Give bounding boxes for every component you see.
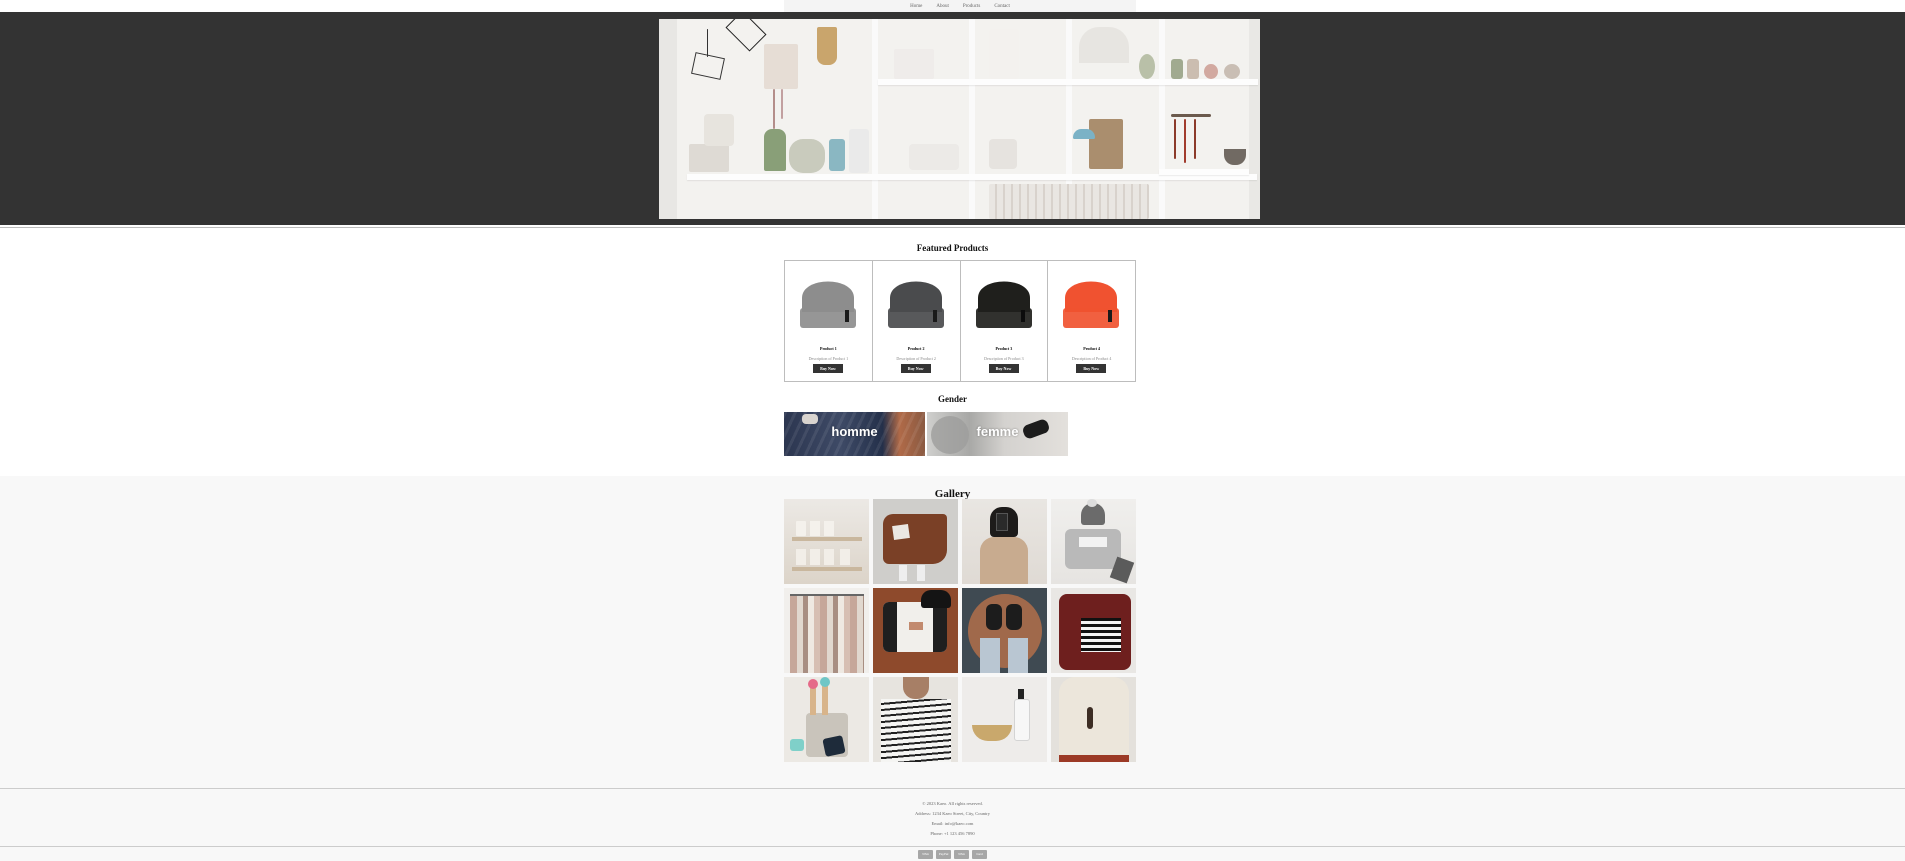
footer-info: © 2023 Kaeo. All rights reserved. Addres… bbox=[0, 799, 1905, 839]
card-icon: Card bbox=[972, 850, 987, 859]
gallery-image[interactable] bbox=[784, 677, 869, 762]
visa-icon: VISA bbox=[954, 850, 969, 859]
product-grid: Product 1 Description of Product 1 Buy N… bbox=[784, 260, 1136, 382]
footer-copyright: © 2023 Kaeo. All rights reserved. bbox=[922, 801, 983, 806]
product-name: Product 1 bbox=[820, 346, 837, 351]
gallery-image[interactable] bbox=[873, 677, 958, 762]
product-card: Product 1 Description of Product 1 Buy N… bbox=[785, 261, 872, 381]
buy-now-button[interactable]: Buy Now bbox=[1076, 364, 1107, 373]
product-name: Product 4 bbox=[1083, 346, 1100, 351]
product-card: Product 4 Description of Product 4 Buy N… bbox=[1048, 261, 1135, 381]
gender-tile-homme[interactable]: homme bbox=[784, 412, 925, 456]
product-card: Product 3 Description of Product 3 Buy N… bbox=[960, 261, 1048, 381]
nav-link-about[interactable]: About bbox=[929, 4, 956, 9]
gallery-image[interactable] bbox=[873, 588, 958, 673]
buy-now-button[interactable]: Buy Now bbox=[813, 364, 843, 373]
product-description: Description of Product 3 bbox=[984, 356, 1024, 361]
product-description: Description of Product 4 bbox=[1071, 356, 1112, 361]
product-image[interactable] bbox=[972, 268, 1036, 334]
gender-label: homme bbox=[831, 424, 878, 439]
gallery-image[interactable] bbox=[962, 499, 1047, 584]
product-card: Product 2 Description of Product 2 Buy N… bbox=[872, 261, 960, 381]
gallery-image[interactable] bbox=[1051, 677, 1136, 762]
gallery-image[interactable] bbox=[784, 499, 869, 584]
footer-phone: Phone: +1 123 456 7890 bbox=[930, 831, 975, 836]
nav-link-contact[interactable]: Contact bbox=[987, 4, 1017, 9]
gallery-image[interactable] bbox=[1051, 499, 1136, 584]
gender-section-title: Gender bbox=[938, 394, 967, 404]
top-navigation: Home About Products Contact bbox=[0, 0, 1905, 12]
nav-link-products[interactable]: Products bbox=[956, 4, 988, 9]
payment-methods: VISA PayPal VISA Card bbox=[0, 850, 1905, 859]
hero-banner bbox=[0, 12, 1905, 225]
gallery-image[interactable] bbox=[962, 677, 1047, 762]
gallery-image[interactable] bbox=[962, 588, 1047, 673]
product-image[interactable] bbox=[1059, 268, 1123, 334]
gallery-grid bbox=[784, 499, 1136, 762]
footer-email: Email: info@kaeo.com bbox=[931, 821, 974, 826]
gender-tiles: homme femme bbox=[784, 412, 1068, 456]
product-image[interactable] bbox=[796, 268, 860, 334]
footer: © 2023 Kaeo. All rights reserved. Addres… bbox=[0, 782, 1905, 861]
product-description: Description of Product 2 bbox=[896, 356, 936, 361]
buy-now-button[interactable]: Buy Now bbox=[988, 364, 1019, 373]
footer-divider bbox=[0, 846, 1905, 847]
nav-link-home[interactable]: Home bbox=[903, 4, 929, 9]
gallery-image[interactable] bbox=[784, 588, 869, 673]
paypal-icon: PayPal bbox=[936, 850, 951, 859]
buy-now-button[interactable]: Buy Now bbox=[900, 364, 931, 373]
footer-divider bbox=[0, 788, 1905, 789]
gallery-image[interactable] bbox=[873, 499, 958, 584]
product-name: Product 2 bbox=[907, 346, 925, 351]
footer-address: Address: 1234 Kaeo Street, City, Country bbox=[914, 811, 991, 816]
product-image[interactable] bbox=[884, 268, 948, 334]
gallery-image[interactable] bbox=[1051, 588, 1136, 673]
hero-divider bbox=[0, 227, 1905, 228]
gender-label: femme bbox=[976, 424, 1019, 439]
visa-icon: VISA bbox=[918, 850, 933, 859]
gender-tile-femme[interactable]: femme bbox=[927, 412, 1068, 456]
gallery-section: Gallery bbox=[0, 476, 1905, 782]
hero-image bbox=[659, 19, 1260, 219]
product-description: Description of Product 1 bbox=[808, 356, 849, 361]
product-name: Product 3 bbox=[995, 346, 1013, 351]
featured-products-title: Featured Products bbox=[916, 243, 989, 253]
nav-bar: Home About Products Contact bbox=[784, 0, 1136, 12]
